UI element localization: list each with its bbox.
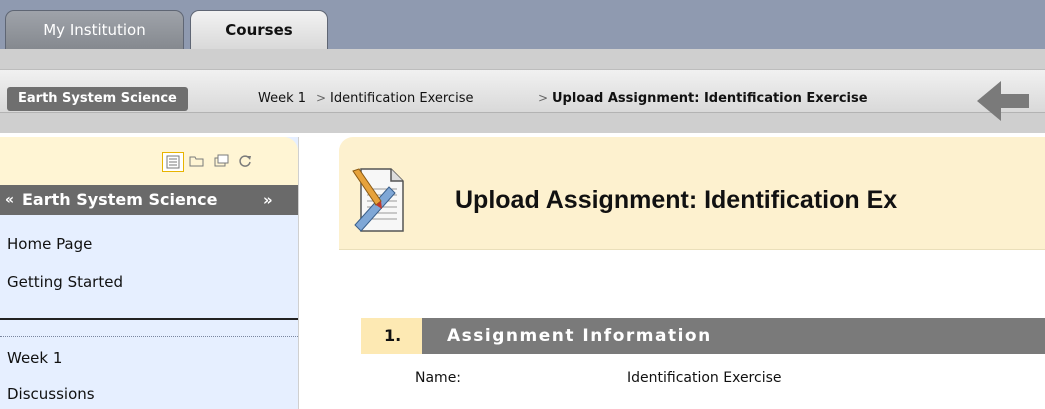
sidebar-item-home-page[interactable]: Home Page xyxy=(7,235,92,253)
sidebar-dotted-divider xyxy=(0,336,298,337)
breadcrumb-current-page: Upload Assignment: Identification Exerci… xyxy=(552,91,868,106)
course-menu-sidebar: « Earth System Science » Home Page Getti… xyxy=(0,137,299,409)
tab-my-institution[interactable]: My Institution xyxy=(5,10,184,49)
tab-courses[interactable]: Courses xyxy=(190,10,328,50)
page-title: Upload Assignment: Identification Ex xyxy=(455,186,898,214)
sidebar-item-discussions[interactable]: Discussions xyxy=(7,385,95,403)
expand-menu-icon[interactable]: » xyxy=(263,185,273,215)
assignment-icon xyxy=(352,168,404,232)
name-field-value: Identification Exercise xyxy=(627,370,782,386)
folder-view-icon[interactable] xyxy=(186,152,208,172)
top-tab-bar: My Institution Courses xyxy=(0,0,1045,50)
list-view-icon[interactable] xyxy=(162,152,184,172)
breadcrumb-item-week[interactable]: Week 1 xyxy=(258,91,306,106)
name-field-label: Name: xyxy=(415,370,462,386)
sidebar-divider xyxy=(0,318,298,320)
sidebar-course-title[interactable]: Earth System Science xyxy=(22,185,218,215)
section-number: 1. xyxy=(361,318,422,354)
sidebar-course-header: « Earth System Science » xyxy=(0,185,298,215)
sidebar-view-toolbar xyxy=(0,137,298,185)
collapse-menu-icon[interactable]: « xyxy=(5,185,14,215)
breadcrumb-separator: > xyxy=(538,91,549,105)
back-arrow-icon[interactable] xyxy=(975,77,1031,125)
sidebar-item-week-1[interactable]: Week 1 xyxy=(7,349,62,367)
section-title: Assignment Information xyxy=(447,326,712,346)
refresh-icon[interactable] xyxy=(235,152,257,172)
sidebar-item-getting-started[interactable]: Getting Started xyxy=(7,273,123,291)
breadcrumb-separator: > xyxy=(316,91,327,105)
breadcrumb-course-button[interactable]: Earth System Science xyxy=(7,87,188,111)
window-view-icon[interactable] xyxy=(211,152,233,172)
breadcrumb-item-exercise[interactable]: Identification Exercise xyxy=(330,91,473,106)
